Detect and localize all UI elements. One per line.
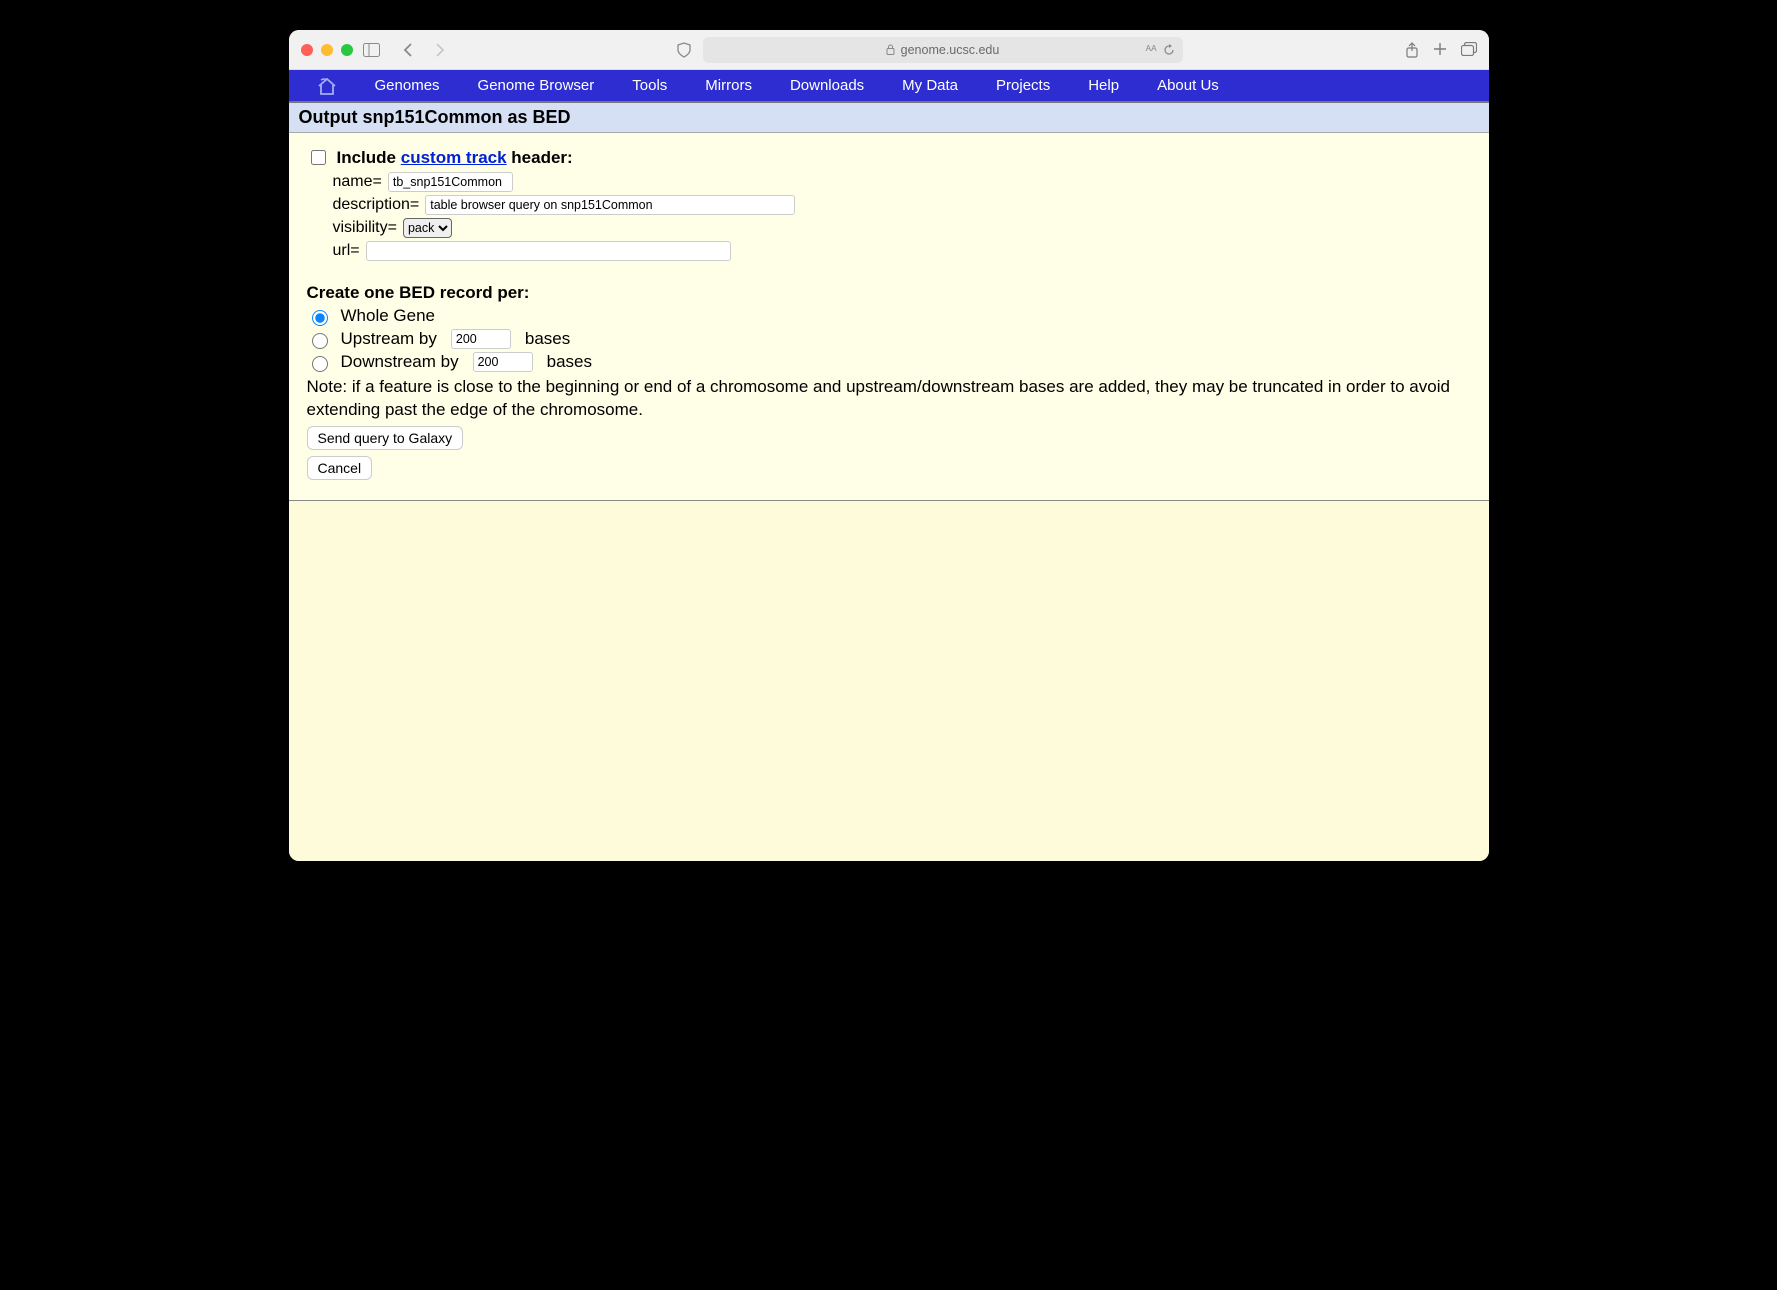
- privacy-shield-icon[interactable]: [673, 39, 695, 61]
- reload-icon[interactable]: [1163, 44, 1175, 56]
- custom-track-link[interactable]: custom track: [401, 148, 507, 167]
- back-button[interactable]: [397, 39, 419, 61]
- forward-button[interactable]: [429, 39, 451, 61]
- downstream-bases-input[interactable]: [473, 352, 533, 372]
- visibility-select[interactable]: pack: [403, 218, 452, 238]
- submit-button[interactable]: Send query to Galaxy: [307, 426, 464, 450]
- upstream-bases-input[interactable]: [451, 329, 511, 349]
- radio-whole-gene[interactable]: [312, 310, 328, 326]
- radio-upstream-label: Upstream by: [341, 329, 437, 349]
- radio-upstream[interactable]: [312, 333, 328, 349]
- address-bar[interactable]: genome.ucsc.edu ᴬᴬ: [703, 37, 1183, 63]
- reader-icon[interactable]: ᴬᴬ: [1146, 43, 1157, 57]
- radio-downstream[interactable]: [312, 356, 328, 372]
- share-icon[interactable]: [1405, 42, 1419, 58]
- page-title: Output snp151Common as BED: [289, 103, 1489, 133]
- include-header-checkbox[interactable]: [311, 150, 326, 165]
- radio-upstream-suffix: bases: [525, 329, 570, 349]
- description-label: description=: [333, 196, 420, 214]
- include-header-label: Include custom track header:: [337, 148, 573, 168]
- safari-toolbar: genome.ucsc.edu ᴬᴬ: [289, 30, 1489, 70]
- maximize-window-button[interactable]: [341, 44, 353, 56]
- nav-mirrors[interactable]: Mirrors: [705, 77, 752, 94]
- address-text: genome.ucsc.edu: [901, 43, 1000, 57]
- cancel-button[interactable]: Cancel: [307, 456, 373, 480]
- main-nav: Genomes Genome Browser Tools Mirrors Dow…: [289, 70, 1489, 103]
- radio-downstream-label: Downstream by: [341, 352, 459, 372]
- visibility-label: visibility=: [333, 219, 397, 237]
- nav-help[interactable]: Help: [1088, 77, 1119, 94]
- nav-downloads[interactable]: Downloads: [790, 77, 864, 94]
- truncation-note: Note: if a feature is close to the begin…: [307, 376, 1471, 422]
- name-label: name=: [333, 173, 382, 191]
- radio-whole-gene-label: Whole Gene: [341, 306, 436, 326]
- url-label: url=: [333, 242, 360, 260]
- nav-genome-browser[interactable]: Genome Browser: [478, 77, 595, 94]
- name-input[interactable]: [388, 172, 513, 192]
- description-input[interactable]: [425, 195, 795, 215]
- lock-icon: [886, 44, 895, 55]
- nav-my-data[interactable]: My Data: [902, 77, 958, 94]
- nav-about-us[interactable]: About Us: [1157, 77, 1219, 94]
- minimize-window-button[interactable]: [321, 44, 333, 56]
- sidebar-toggle-icon[interactable]: [361, 39, 383, 61]
- form-content: Include custom track header: name= descr…: [289, 133, 1489, 501]
- nav-projects[interactable]: Projects: [996, 77, 1050, 94]
- home-icon[interactable]: [317, 77, 337, 95]
- nav-tools[interactable]: Tools: [632, 77, 667, 94]
- tabs-icon[interactable]: [1461, 42, 1477, 58]
- window-controls: [301, 44, 353, 56]
- url-input[interactable]: [366, 241, 731, 261]
- browser-window: genome.ucsc.edu ᴬᴬ Genomes: [289, 30, 1489, 861]
- nav-genomes[interactable]: Genomes: [375, 77, 440, 94]
- empty-area: [289, 501, 1489, 861]
- radio-downstream-suffix: bases: [547, 352, 592, 372]
- close-window-button[interactable]: [301, 44, 313, 56]
- new-tab-icon[interactable]: [1433, 42, 1447, 58]
- bed-record-heading: Create one BED record per:: [307, 283, 1471, 303]
